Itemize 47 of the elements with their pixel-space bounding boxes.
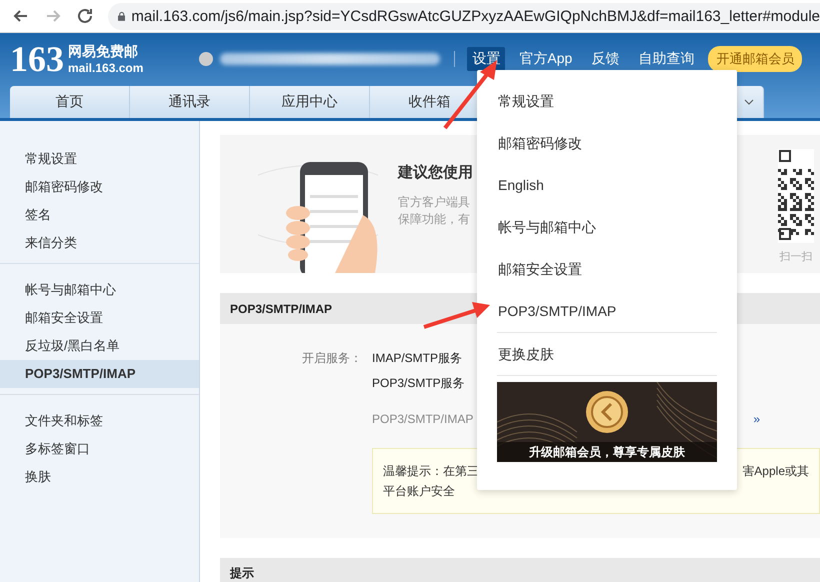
promo-text: 保障功能，有 <box>398 211 471 228</box>
sidebar-item[interactable]: 反垃圾/黑白名单 <box>0 332 199 360</box>
section-title: 提示 <box>220 558 820 582</box>
nav-link[interactable]: 官方App <box>514 47 578 71</box>
sidebar-item[interactable]: 多标签窗口 <box>0 435 199 463</box>
qr-caption: 扫一扫 <box>780 250 812 264</box>
tip-text: 平台账户安全 <box>383 484 455 498</box>
sidebar-item[interactable]: 文件夹和标签 <box>0 407 199 435</box>
sidebar-item[interactable]: POP3/SMTP/IMAP <box>0 360 199 388</box>
service-name: POP3/SMTP服务 <box>372 375 465 392</box>
sidebar-item[interactable]: 邮箱密码修改 <box>0 173 199 201</box>
vip-button[interactable]: 开通邮箱会员 <box>708 46 802 72</box>
logo-domain: mail.163.com <box>68 61 144 75</box>
menu-item[interactable]: 邮箱密码修改 <box>497 122 717 164</box>
menu-item[interactable]: 常规设置 <box>497 80 717 122</box>
sidebar-item[interactable]: 签名 <box>0 201 199 229</box>
avatar-icon <box>198 51 214 67</box>
address-bar[interactable]: mail.163.com/js6/main.jsp?sid=YCsdRGswAtcGUZPxyzAAEwGIQpNchBMJ&df=mail163_letter#module <box>108 2 820 30</box>
logo-number: 163 <box>10 38 64 80</box>
annotation-arrow <box>423 302 490 329</box>
field-label: 开启服务： <box>301 350 363 367</box>
menu-item[interactable]: 邮箱安全设置 <box>497 248 717 290</box>
sidebar-item[interactable]: 常规设置 <box>0 145 199 173</box>
sidebar-item[interactable]: 来信分类 <box>0 229 199 257</box>
nav-link[interactable]: 反馈 <box>586 47 624 71</box>
sidebar-item[interactable]: 邮箱安全设置 <box>0 304 199 332</box>
chevron-icon <box>744 99 754 105</box>
tip-text: 害Apple或其 <box>742 463 809 480</box>
menu-item[interactable]: English <box>497 164 717 206</box>
promo-title: 建议您使用 <box>398 163 473 182</box>
sidebar-item[interactable]: 换肤 <box>0 463 199 491</box>
vip-skin-banner[interactable]: 升级邮箱会员，尊享专属皮肤 <box>497 382 717 462</box>
service-name: IMAP/SMTP服务 <box>372 350 462 367</box>
more-link[interactable]: » <box>753 412 760 426</box>
coin-badge-icon <box>585 390 629 434</box>
sidebar-item[interactable]: 帐号与邮箱中心 <box>0 276 199 304</box>
reload-icon[interactable] <box>76 7 94 25</box>
promo-text: 官方客户端具 <box>398 194 471 211</box>
nav-tab[interactable]: 应用中心 <box>250 86 370 118</box>
service-note: POP3/SMTP/IMAP <box>372 412 474 426</box>
menu-item[interactable]: 帐号与邮箱中心 <box>497 206 717 248</box>
nav-tab[interactable]: 首页 <box>10 86 130 118</box>
lock-icon <box>118 10 126 22</box>
menu-item[interactable]: 更换皮肤 <box>497 333 717 375</box>
nav-link[interactable]: 自助查询 <box>633 47 700 71</box>
logo-name: 网易免费邮 <box>68 43 139 61</box>
nav-tab[interactable]: 通讯录 <box>130 86 250 118</box>
